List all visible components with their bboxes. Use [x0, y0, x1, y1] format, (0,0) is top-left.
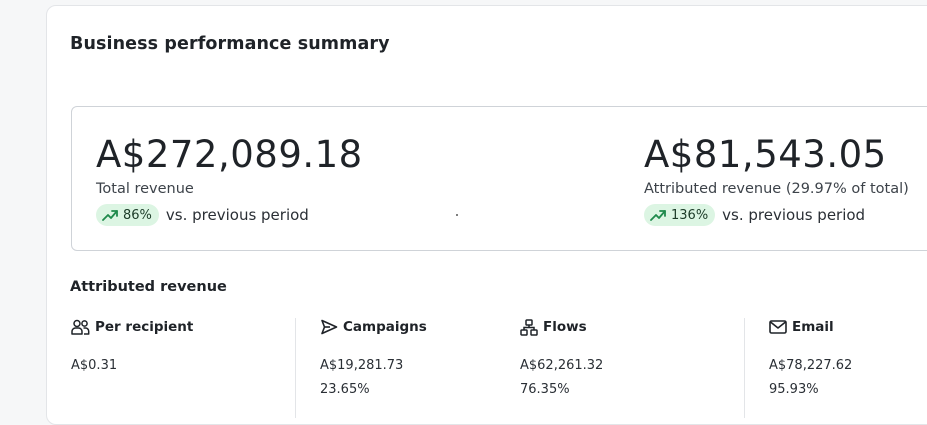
page-title: Business performance summary [70, 34, 390, 54]
mail-icon [769, 320, 787, 334]
flows-column: Flows A$62,261.32 76.35% [520, 318, 720, 418]
total-revenue-amount: A$272,089.18 [96, 133, 363, 176]
flows-icon [520, 318, 538, 336]
email-column: Email A$78,227.62 95.93% [744, 318, 927, 418]
change-percent: 86% [123, 207, 152, 223]
attributed-revenue-label: Attributed revenue (29.97% of total) [644, 181, 909, 197]
column-value: A$0.31 [71, 358, 118, 373]
users-icon [71, 319, 90, 335]
change-suffix: vs. previous period [722, 206, 866, 224]
column-percent: 95.93% [769, 382, 819, 397]
column-value: A$19,281.73 [320, 358, 404, 373]
change-badge: 86% [96, 204, 159, 226]
per-recipient-header: Per recipient [71, 318, 271, 336]
per-recipient-column: Per recipient A$0.31 [71, 318, 271, 418]
revenue-summary-box: A$272,089.18 Total revenue 86% vs. previ… [71, 106, 927, 251]
flows-header: Flows [520, 318, 720, 336]
column-percent: 23.65% [320, 382, 370, 397]
attributed-revenue-amount: A$81,543.05 [644, 133, 887, 176]
performance-summary-card: Business performance summary A$272,089.1… [46, 5, 927, 425]
change-suffix: vs. previous period [165, 206, 309, 224]
total-revenue-label: Total revenue [96, 181, 194, 197]
trending-up-icon [650, 209, 666, 221]
email-header: Email [769, 318, 927, 336]
campaigns-column: Campaigns A$19,281.73 23.65% [295, 318, 495, 418]
attributed-revenue-change: 136% vs. previous period [644, 204, 865, 226]
column-label: Email [792, 319, 834, 335]
column-percent: 76.35% [520, 382, 570, 397]
attributed-revenue-heading: Attributed revenue [70, 279, 227, 295]
campaigns-header: Campaigns [320, 318, 495, 336]
column-value: A$78,227.62 [769, 358, 853, 373]
separator-dot [456, 214, 458, 216]
column-value: A$62,261.32 [520, 358, 604, 373]
column-label: Flows [543, 319, 587, 335]
send-icon [320, 319, 338, 335]
total-revenue-change: 86% vs. previous period [96, 204, 309, 226]
change-badge: 136% [644, 204, 716, 226]
column-label: Per recipient [95, 319, 194, 335]
trending-up-icon [102, 209, 118, 221]
column-label: Campaigns [343, 319, 427, 335]
change-percent: 136% [671, 207, 709, 223]
